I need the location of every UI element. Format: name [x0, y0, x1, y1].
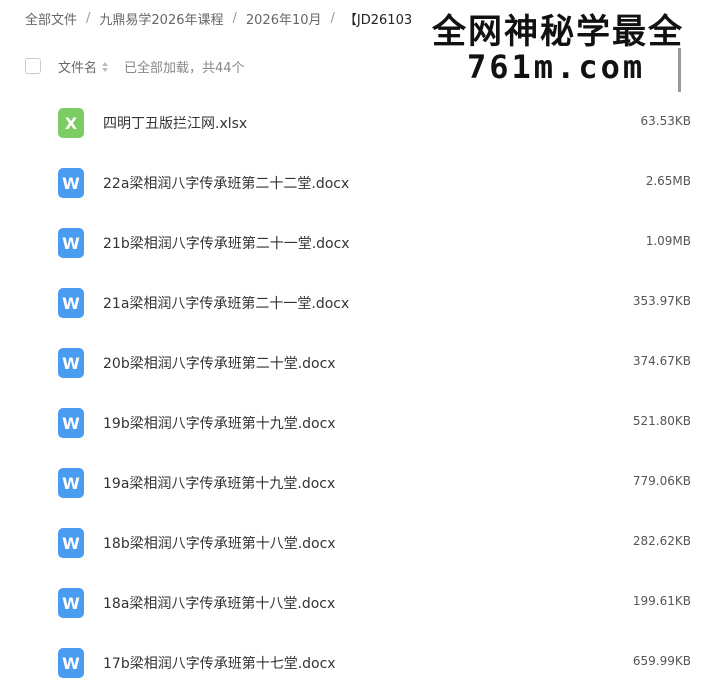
file-name[interactable]: 19b梁相润八字传承班第十九堂.docx: [103, 413, 336, 433]
file-name[interactable]: 17b梁相润八字传承班第十七堂.docx: [103, 653, 336, 673]
breadcrumb: 全部文件 / 九鼎易学2026年课程 / 2026年10月 / 【JD26103: [25, 8, 412, 28]
file-size: 374.67KB: [632, 354, 691, 368]
file-size: 521.80KB: [632, 414, 691, 428]
filename-column-label: 文件名: [58, 60, 98, 76]
word-icon: W: [58, 588, 84, 618]
file-name[interactable]: 21b梁相润八字传承班第二十一堂.docx: [103, 233, 350, 253]
word-icon: W: [58, 468, 84, 498]
word-icon: W: [58, 168, 84, 198]
sort-by-filename[interactable]: 文件名: [58, 57, 109, 76]
file-row[interactable]: W 19b梁相润八字传承班第十九堂.docx 521.80KB: [0, 392, 720, 452]
file-count-status: 已全部加载，共44个: [124, 60, 245, 76]
file-name[interactable]: 20b梁相润八字传承班第二十堂.docx: [103, 353, 336, 373]
file-row[interactable]: W 21a梁相润八字传承班第二十一堂.docx 353.97KB: [0, 272, 720, 332]
file-row[interactable]: W 22a梁相润八字传承班第二十二堂.docx 2.65MB: [0, 152, 720, 212]
file-name[interactable]: 22a梁相润八字传承班第二十二堂.docx: [103, 173, 349, 193]
file-size: 2.65MB: [645, 174, 691, 188]
word-icon: W: [58, 408, 84, 438]
file-row[interactable]: W 20b梁相润八字传承班第二十堂.docx 374.67KB: [0, 332, 720, 392]
file-size: 282.62KB: [632, 534, 691, 548]
breadcrumb-item-courses[interactable]: 九鼎易学2026年课程: [99, 9, 223, 28]
file-row[interactable]: W 17b梁相润八字传承班第十七堂.docx 659.99KB: [0, 632, 720, 692]
file-size: 63.53KB: [640, 114, 691, 128]
word-icon: W: [58, 288, 84, 318]
watermark-url: 761m.com: [467, 48, 646, 86]
file-list: X 四明丁丑版拦江网.xlsx 63.53KB W 22a梁相润八字传承班第二十二堂.d…: [0, 92, 720, 692]
file-row[interactable]: W 18b梁相润八字传承班第十八堂.docx 282.62KB: [0, 512, 720, 572]
breadcrumb-separator: /: [232, 10, 237, 26]
file-size: 1.09MB: [645, 234, 691, 248]
file-row[interactable]: W 19a梁相润八字传承班第十九堂.docx 779.06KB: [0, 452, 720, 512]
word-icon: W: [58, 348, 84, 378]
word-icon: W: [58, 228, 84, 258]
file-row[interactable]: W 18a梁相润八字传承班第十八堂.docx 199.61KB: [0, 572, 720, 632]
file-name[interactable]: 18a梁相润八字传承班第十八堂.docx: [103, 593, 335, 613]
breadcrumb-separator: /: [330, 10, 335, 26]
file-name[interactable]: 19a梁相润八字传承班第十九堂.docx: [103, 473, 335, 493]
breadcrumb-item-month[interactable]: 2026年10月: [246, 9, 322, 28]
file-name[interactable]: 21a梁相润八字传承班第二十一堂.docx: [103, 293, 349, 313]
sort-icon: [101, 62, 109, 72]
word-icon: W: [58, 648, 84, 678]
file-size: 353.97KB: [632, 294, 691, 308]
word-icon: W: [58, 528, 84, 558]
breadcrumb-separator: /: [86, 10, 91, 26]
file-size: 199.61KB: [632, 594, 691, 608]
breadcrumb-item-all-files[interactable]: 全部文件: [25, 9, 77, 28]
watermark: 全网神秘学最全 761m.com: [423, 0, 720, 94]
file-row[interactable]: W 21b梁相润八字传承班第二十一堂.docx 1.09MB: [0, 212, 720, 272]
list-header: 文件名 已全部加载，共44个: [25, 56, 245, 76]
select-all-checkbox[interactable]: [25, 58, 41, 74]
excel-icon: X: [58, 108, 84, 138]
file-name[interactable]: 四明丁丑版拦江网.xlsx: [103, 113, 247, 133]
breadcrumb-current-folder: 【JD26103: [343, 12, 413, 28]
file-name[interactable]: 18b梁相润八字传承班第十八堂.docx: [103, 533, 336, 553]
file-size: 659.99KB: [632, 654, 691, 668]
watermark-divider: [678, 48, 681, 92]
watermark-title: 全网神秘学最全: [432, 12, 684, 52]
file-size: 779.06KB: [632, 474, 691, 488]
file-row[interactable]: X 四明丁丑版拦江网.xlsx 63.53KB: [0, 92, 720, 152]
